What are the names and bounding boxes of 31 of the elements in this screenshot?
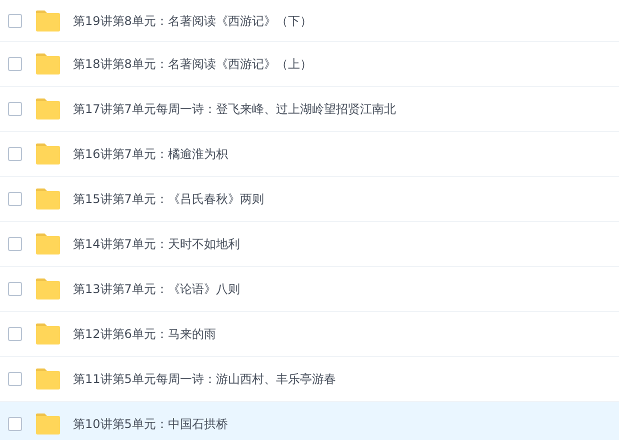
folder-icon <box>35 188 61 210</box>
folder-name[interactable]: 第11讲第5单元每周一诗：游山西村、丰乐亭游春 <box>73 370 336 388</box>
folder-icon <box>35 278 61 300</box>
checkbox[interactable] <box>8 237 22 251</box>
checkbox[interactable] <box>8 372 22 386</box>
folder-icon <box>35 413 61 435</box>
checkbox[interactable] <box>8 327 22 341</box>
folder-icon <box>35 233 61 255</box>
folder-icon <box>35 323 61 345</box>
folder-icon <box>35 98 61 120</box>
folder-row[interactable]: 第10讲第5单元：中国石拱桥 <box>0 402 619 440</box>
checkbox[interactable] <box>8 192 22 206</box>
folder-name[interactable]: 第13讲第7单元：《论语》八则 <box>73 280 240 298</box>
folder-name[interactable]: 第15讲第7单元：《吕氏春秋》两则 <box>73 190 264 208</box>
folder-icon <box>35 10 61 32</box>
folder-icon <box>35 368 61 390</box>
checkbox[interactable] <box>8 57 22 71</box>
folder-name[interactable]: 第19讲第8单元：名著阅读《西游记》（下） <box>73 12 312 30</box>
folder-icon <box>35 143 61 165</box>
folder-name[interactable]: 第16讲第7单元：橘逾淮为枳 <box>73 145 228 163</box>
checkbox[interactable] <box>8 14 22 28</box>
folder-name[interactable]: 第10讲第5单元：中国石拱桥 <box>73 415 228 433</box>
checkbox[interactable] <box>8 102 22 116</box>
checkbox[interactable] <box>8 417 22 431</box>
folder-name[interactable]: 第17讲第7单元每周一诗：登飞来峰、过上湖岭望招贤江南北 <box>73 100 396 118</box>
folder-name[interactable]: 第18讲第8单元：名著阅读《西游记》（上） <box>73 55 312 73</box>
folder-name[interactable]: 第12讲第6单元：马来的雨 <box>73 325 216 343</box>
folder-icon <box>35 53 61 75</box>
checkbox[interactable] <box>8 282 22 296</box>
folder-name[interactable]: 第14讲第7单元：天时不如地利 <box>73 235 240 253</box>
checkbox[interactable] <box>8 147 22 161</box>
